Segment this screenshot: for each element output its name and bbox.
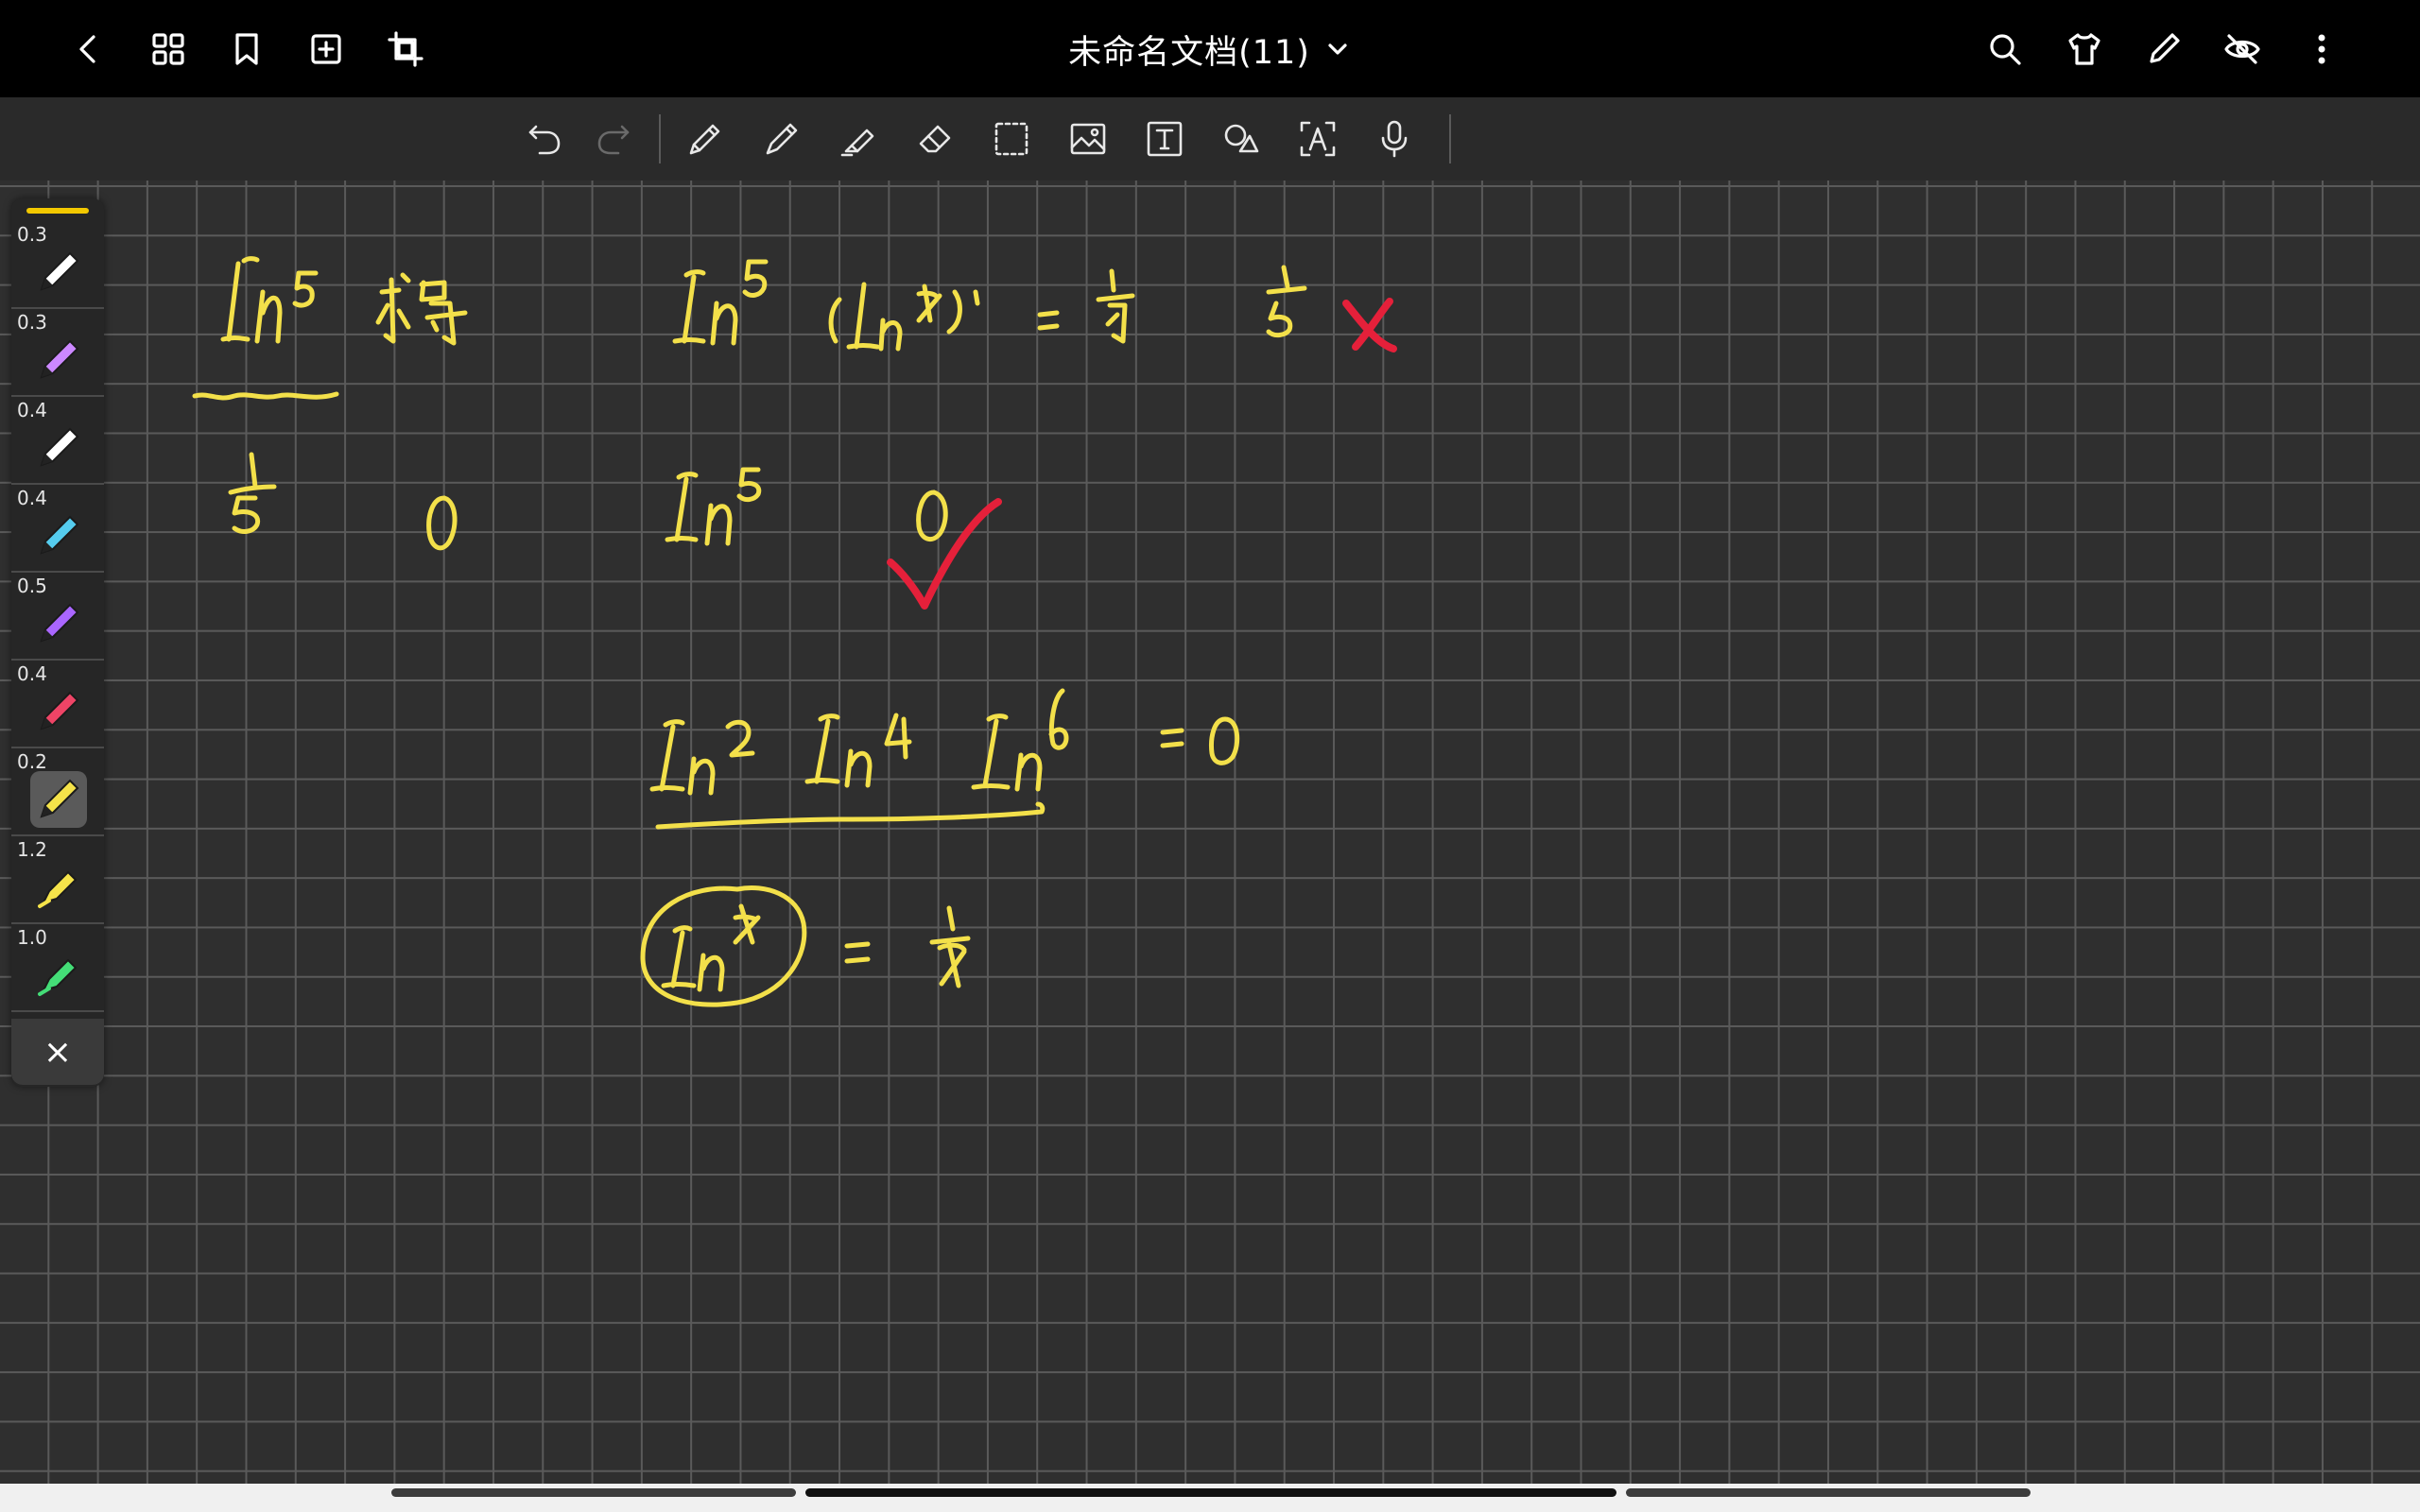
- pen-icon: [766, 123, 798, 155]
- shape-button[interactable]: [1213, 111, 1270, 167]
- bookmark-icon: [235, 33, 258, 65]
- grid-view-icon: [152, 33, 184, 65]
- pen-preset-5[interactable]: 0.5: [11, 571, 104, 661]
- grid-view-button[interactable]: [140, 21, 197, 77]
- pen-icon: [30, 244, 87, 301]
- crop-icon: [388, 31, 424, 67]
- image-icon: [1070, 123, 1106, 155]
- title-bar: 未命名文档(11): [0, 0, 2420, 97]
- undo-button[interactable]: [516, 111, 573, 167]
- lasso-select-button[interactable]: [983, 111, 1040, 167]
- image-button[interactable]: [1060, 111, 1116, 167]
- redo-icon: [597, 125, 630, 155]
- page-scroll-track-left: [391, 1488, 796, 1497]
- fountain-pen-button[interactable]: [677, 111, 734, 167]
- pen-icon: [30, 595, 87, 652]
- highlighter-button[interactable]: [830, 111, 887, 167]
- theme-button[interactable]: [2056, 21, 2113, 77]
- fountain-pen-icon: [689, 124, 720, 155]
- ink-lnx-equals-1-over-x: [640, 885, 971, 1007]
- lasso-select-icon: [994, 122, 1028, 156]
- pen-icon: [30, 507, 87, 564]
- pen-icon: [30, 332, 87, 388]
- back-icon: [79, 35, 95, 63]
- eraser-button[interactable]: [907, 111, 963, 167]
- pen-preset-1[interactable]: 0.3: [11, 219, 104, 309]
- microphone-icon: [1381, 120, 1408, 158]
- marker-icon: [30, 947, 87, 1004]
- microphone-button[interactable]: [1366, 111, 1423, 167]
- pen-button[interactable]: [753, 111, 810, 167]
- pen-mode-button[interactable]: [2135, 21, 2192, 77]
- search-icon: [1990, 34, 2021, 65]
- pen-preset-8[interactable]: 1.2: [11, 834, 104, 924]
- toolbar-divider: [659, 114, 661, 163]
- pen-size-label: 0.4: [17, 399, 47, 421]
- eraser-icon: [919, 125, 951, 153]
- pen-size-label: 0.3: [17, 311, 47, 334]
- pen-icon: [30, 683, 87, 740]
- pen-size-label: 0.3: [17, 223, 47, 246]
- more-button[interactable]: [2293, 21, 2350, 77]
- pen-palette: 0.3 0.3 0.4 0.4 0.5 0.4 0.2 1.2 1.0 ×: [11, 198, 104, 1087]
- text-box-button[interactable]: [1136, 111, 1193, 167]
- document-title-text: 未命名文档(11): [1068, 33, 1310, 72]
- pen-preset-7[interactable]: 0.2: [11, 747, 104, 836]
- pen-preset-3[interactable]: 0.4: [11, 395, 104, 485]
- hide-button[interactable]: [2214, 21, 2271, 77]
- add-page-icon: [311, 34, 341, 64]
- ink-red-cross-mark: [1342, 298, 1397, 352]
- pen-preset-4[interactable]: 0.4: [11, 483, 104, 573]
- eye-off-icon: [2224, 34, 2260, 64]
- text-box-icon: [1147, 121, 1183, 157]
- pen-size-label: 1.2: [17, 838, 47, 861]
- back-button[interactable]: [60, 21, 117, 77]
- close-icon: ×: [43, 1032, 73, 1072]
- tool-bar: [0, 97, 2420, 180]
- ink-ln-derivative-rule: [672, 259, 1307, 352]
- pen-icon: [30, 771, 87, 828]
- undo-icon: [528, 125, 561, 155]
- more-icon: [2318, 34, 2325, 64]
- search-button[interactable]: [1977, 21, 2033, 77]
- redo-button[interactable]: [585, 111, 642, 167]
- pen-size-label: 0.2: [17, 750, 47, 773]
- toolbar-divider: [1449, 114, 1451, 163]
- pen-size-label: 1.0: [17, 926, 47, 949]
- marker-icon: [30, 859, 87, 916]
- pen-size-label: 0.4: [17, 487, 47, 509]
- page-scroll-track-right: [1626, 1488, 2031, 1497]
- pen-size-label: 0.5: [17, 575, 47, 597]
- add-page-button[interactable]: [298, 21, 354, 77]
- ink-ln5-derivative: [192, 256, 468, 401]
- palette-active-indicator: [26, 208, 89, 214]
- pen-size-label: 0.4: [17, 662, 47, 685]
- pen-preset-2[interactable]: 0.3: [11, 307, 104, 397]
- document-title[interactable]: 未命名文档(11): [1021, 21, 1399, 77]
- ink-ln-powers-equals-0: [649, 688, 1240, 830]
- ink-ln5-equals-0: [665, 467, 948, 546]
- text-recognition-icon: [1300, 121, 1336, 157]
- pen-icon: [30, 420, 87, 476]
- crop-button[interactable]: [377, 21, 434, 77]
- text-recognition-button[interactable]: [1289, 111, 1346, 167]
- shape-icon: [1224, 124, 1259, 153]
- highlighter-icon: [840, 129, 874, 157]
- pen-preset-9[interactable]: 1.0: [11, 922, 104, 1012]
- bookmark-button[interactable]: [218, 21, 275, 77]
- pen-preset-6[interactable]: 0.4: [11, 659, 104, 748]
- chevron-down-icon: [1328, 43, 1347, 55]
- ink-fraction-row: [228, 452, 458, 551]
- shirt-icon: [2068, 33, 2100, 65]
- handwriting-layer: [0, 180, 2420, 1484]
- palette-close-button[interactable]: ×: [11, 1019, 104, 1085]
- pen-mode-icon: [2150, 33, 2180, 63]
- page-scroll-thumb[interactable]: [805, 1488, 1616, 1497]
